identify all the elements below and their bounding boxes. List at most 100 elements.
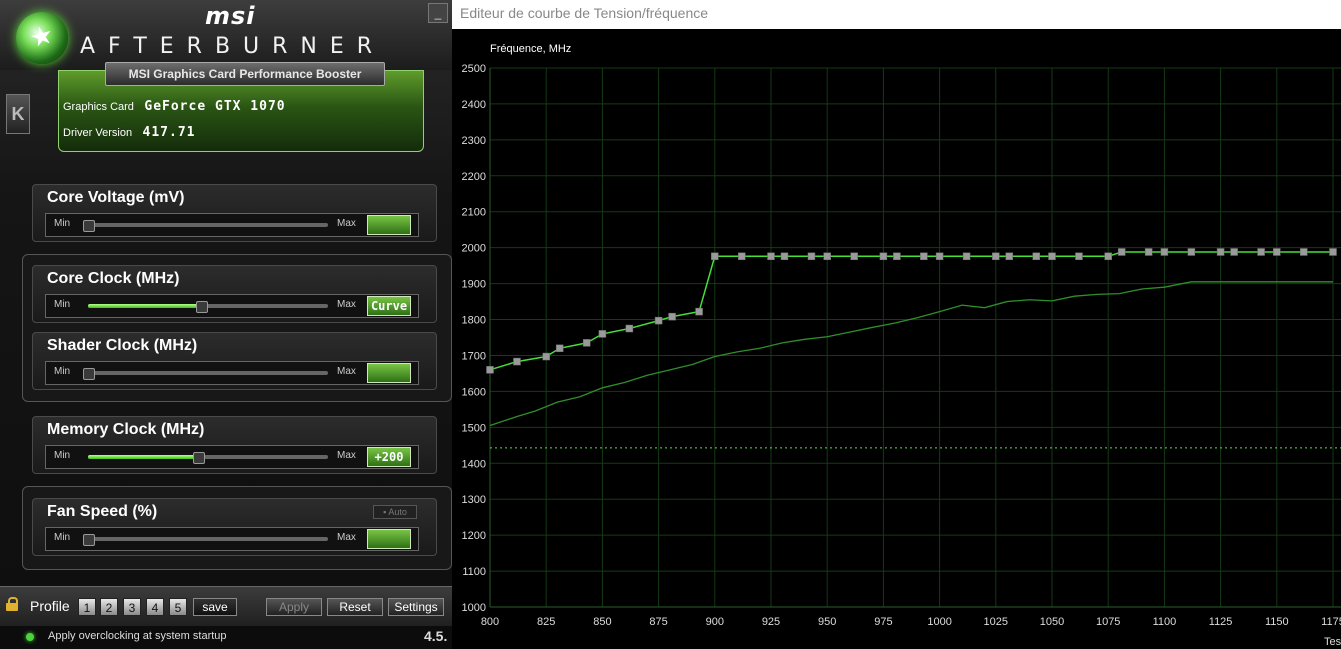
profile-5-button[interactable]: 5: [169, 598, 187, 616]
curve-point[interactable]: [807, 252, 816, 261]
graphics-card-row: Graphics Card GeForce GTX 1070: [63, 97, 286, 115]
curve-point[interactable]: [555, 344, 564, 353]
x-tick-label: 800: [481, 616, 499, 628]
curve-point[interactable]: [1048, 252, 1056, 261]
driver-value: 417.71: [142, 125, 196, 140]
curve-series-line: [489, 251, 1333, 371]
apply-button[interactable]: Apply: [266, 598, 322, 616]
curve-point[interactable]: [1300, 248, 1308, 256]
curve-point[interactable]: [695, 307, 703, 316]
profile-4-button[interactable]: 4: [146, 598, 164, 616]
side-tab-k[interactable]: K: [6, 94, 30, 134]
curve-point[interactable]: [1117, 248, 1126, 256]
lock-icon[interactable]: [6, 597, 18, 611]
version-text: 4.5.: [424, 628, 448, 644]
curve-point[interactable]: [1329, 248, 1337, 256]
core-voltage-value[interactable]: [367, 215, 411, 235]
fan-auto-button[interactable]: ▪ Auto: [373, 505, 417, 519]
x-axis-title-partial: Tes: [1324, 636, 1341, 648]
y-tick-label: 1300: [462, 494, 486, 506]
curve-point[interactable]: [850, 252, 858, 261]
curve-point[interactable]: [1187, 248, 1196, 256]
x-tick-label: 850: [593, 616, 611, 628]
fan-speed-track-box: Min Max: [45, 527, 419, 551]
y-tick-label: 1000: [462, 602, 486, 614]
x-tick-label: 1150: [1265, 616, 1289, 628]
curve-point[interactable]: [738, 252, 746, 261]
core-clock-curve-button[interactable]: Curve: [367, 296, 411, 316]
slider-thumb[interactable]: [83, 534, 95, 546]
curve-point[interactable]: [962, 252, 971, 261]
startup-text: Apply overclocking at system startup: [48, 630, 227, 642]
slider-thumb[interactable]: [83, 220, 95, 232]
curve-point[interactable]: [654, 316, 663, 325]
curve-chart[interactable]: 800 825 850 875 900 925 950 975 1000 1025 1050 1075…: [452, 0, 1341, 649]
y-tick-label: 2400: [462, 99, 486, 111]
curve-point[interactable]: [1160, 248, 1169, 256]
curve-point[interactable]: [542, 352, 550, 361]
x-tick-label: 875: [649, 616, 667, 628]
memory-clock-track-box: Min Max +200: [45, 445, 419, 469]
curve-point[interactable]: [879, 252, 888, 261]
y-tick-label: 1600: [462, 386, 486, 398]
reset-button[interactable]: Reset: [327, 598, 383, 616]
y-tick-label: 1800: [462, 315, 486, 327]
core-voltage-track-box: Min Max: [45, 213, 419, 237]
minimize-button[interactable]: _: [428, 3, 448, 23]
curve-point[interactable]: [1273, 248, 1281, 256]
slider-thumb[interactable]: [195, 301, 208, 313]
curve-point[interactable]: [513, 357, 521, 366]
graphics-card-value: GeForce GTX 1070: [144, 99, 286, 114]
performance-banner: MSI Graphics Card Performance Booster: [105, 62, 385, 86]
memory-clock-slider[interactable]: [88, 452, 328, 464]
shader-clock-slider[interactable]: [83, 368, 328, 380]
curve-point[interactable]: [893, 252, 901, 261]
curve-point[interactable]: [823, 252, 831, 261]
curve-point[interactable]: [625, 324, 634, 333]
curve-point[interactable]: [1216, 248, 1225, 256]
x-tick-label: 825: [537, 616, 555, 628]
core-clock-slider-card: Core Clock (MHz) Min Max Curve: [32, 265, 437, 323]
x-tick-label: 950: [818, 616, 836, 628]
fan-speed-title: Fan Speed (%): [47, 503, 158, 520]
curve-point[interactable]: [1005, 252, 1014, 261]
slider-thumb[interactable]: [83, 368, 95, 380]
slider-thumb[interactable]: [193, 452, 206, 464]
profile-3-button[interactable]: 3: [123, 598, 141, 616]
settings-button[interactable]: Settings: [388, 598, 444, 616]
fan-speed-slider[interactable]: [83, 534, 328, 546]
curve-point[interactable]: [1230, 248, 1238, 256]
curve-point[interactable]: [992, 252, 1000, 261]
curve-point[interactable]: [1144, 248, 1153, 256]
curve-point[interactable]: [920, 252, 928, 261]
curve-point[interactable]: [668, 312, 676, 321]
save-button[interactable]: save: [193, 598, 237, 616]
startup-toggle-icon[interactable]: [26, 633, 34, 641]
y-tick-label: 1200: [462, 530, 486, 542]
curve-point[interactable]: [486, 366, 494, 374]
curve-point[interactable]: [935, 252, 944, 261]
fan-auto-label: Auto: [388, 507, 407, 517]
profile-1-button[interactable]: 1: [78, 598, 96, 616]
curve-point[interactable]: [1032, 252, 1041, 261]
core-clock-slider[interactable]: [88, 301, 328, 313]
curve-point[interactable]: [1104, 252, 1112, 261]
product-name: AFTERBURNER: [80, 34, 386, 59]
core-clock-title: Core Clock (MHz): [47, 270, 180, 287]
afterburner-window: ★ msi AFTERBURNER _ K Graphics Card GeFo…: [0, 0, 452, 649]
shader-clock-value[interactable]: [367, 363, 411, 383]
curve-point[interactable]: [711, 252, 719, 261]
curve-point[interactable]: [1075, 252, 1083, 261]
max-label: Max: [337, 218, 356, 229]
curve-point[interactable]: [1257, 248, 1265, 256]
y-tick-label: 1700: [462, 350, 486, 362]
profile-2-button[interactable]: 2: [100, 598, 118, 616]
curve-point[interactable]: [780, 252, 789, 261]
core-voltage-slider[interactable]: [83, 220, 328, 232]
curve-point[interactable]: [767, 252, 775, 261]
fan-speed-value[interactable]: [367, 529, 411, 549]
curve-point[interactable]: [582, 339, 591, 347]
curve-point[interactable]: [598, 330, 607, 338]
shader-clock-track-box: Min Max: [45, 361, 419, 385]
memory-clock-value[interactable]: +200: [367, 447, 411, 467]
